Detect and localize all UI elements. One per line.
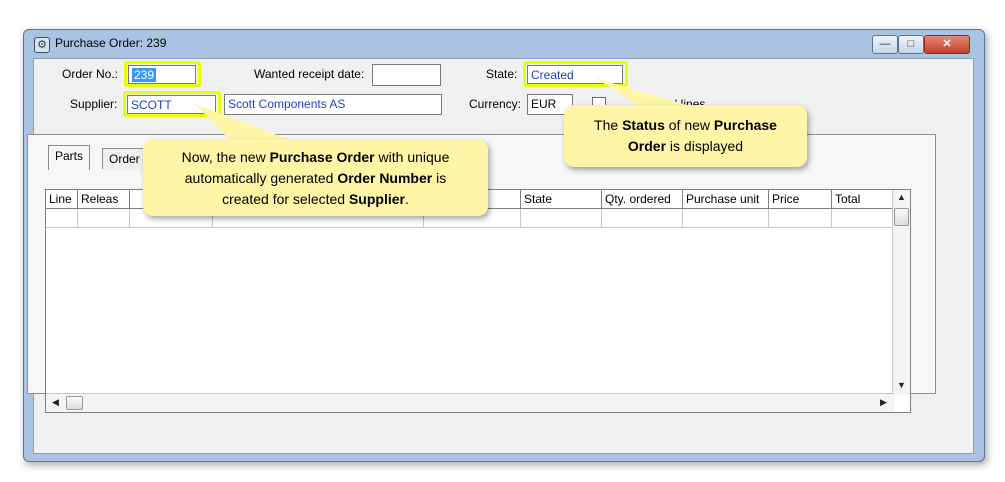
callout-tails (195, 78, 690, 140)
right-callout-tail (595, 78, 690, 106)
status-callout: The Status of new Purchase Order is disp… (564, 105, 807, 167)
callout-line-3: created for selected Supplier. (222, 191, 409, 207)
order-number-callout: Now, the new Purchase Order with unique … (143, 139, 488, 216)
left-callout-tail (195, 104, 290, 140)
status-callout-line-1: The Status of new Purchase (594, 117, 777, 133)
callout-line-1: Now, the new Purchase Order with unique (181, 149, 450, 165)
status-callout-line-2: Order is displayed (627, 138, 744, 154)
callout-line-2: automatically generated Order Number is (184, 170, 447, 186)
